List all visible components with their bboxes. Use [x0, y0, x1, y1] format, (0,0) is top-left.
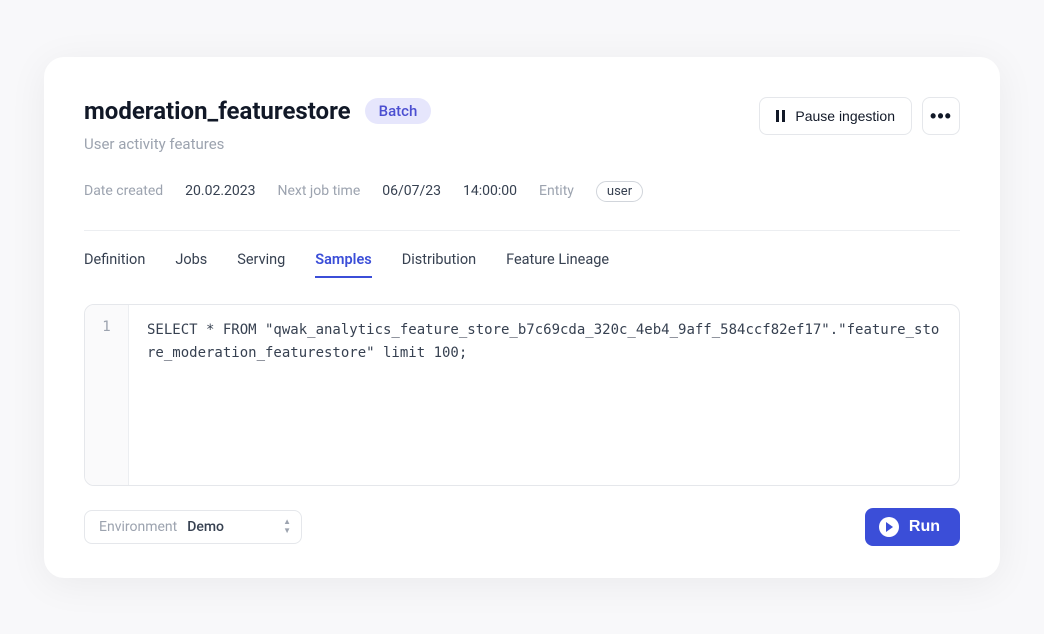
environment-label: Environment: [99, 519, 177, 535]
title-block: moderation_featurestore Batch User activ…: [84, 97, 431, 153]
editor-gutter: 1: [85, 305, 129, 485]
title-line: moderation_featurestore Batch: [84, 97, 431, 125]
header-row: moderation_featurestore Batch User activ…: [84, 97, 960, 153]
tab-serving[interactable]: Serving: [237, 251, 285, 278]
meta-row: Date created 20.02.2023 Next job time 06…: [84, 181, 960, 202]
pause-icon: [776, 110, 785, 122]
pause-ingestion-button[interactable]: Pause ingestion: [759, 97, 912, 135]
play-icon: [879, 517, 899, 537]
entity-label: Entity: [539, 183, 574, 199]
tab-samples[interactable]: Samples: [315, 251, 371, 278]
date-created-label: Date created: [84, 183, 163, 199]
tabs: Definition Jobs Serving Samples Distribu…: [84, 251, 960, 278]
tab-jobs[interactable]: Jobs: [175, 251, 207, 278]
tab-feature-lineage[interactable]: Feature Lineage: [506, 251, 609, 278]
line-number: 1: [85, 319, 128, 335]
editor-code[interactable]: SELECT * FROM "qwak_analytics_feature_st…: [129, 305, 959, 485]
page-title: moderation_featurestore: [84, 97, 351, 125]
feature-store-panel: moderation_featurestore Batch User activ…: [44, 57, 1000, 578]
next-job-date: 06/07/23: [382, 183, 441, 199]
environment-select[interactable]: Environment Demo ▲▼: [84, 510, 302, 544]
environment-value: Demo: [187, 519, 224, 535]
type-badge: Batch: [365, 98, 432, 124]
next-job-label: Next job time: [278, 183, 361, 199]
page-subtitle: User activity features: [84, 135, 431, 153]
more-icon: •••: [930, 107, 952, 125]
stepper-icon: ▲▼: [283, 518, 291, 535]
sql-editor[interactable]: 1 SELECT * FROM "qwak_analytics_feature_…: [84, 304, 960, 486]
more-actions-button[interactable]: •••: [922, 97, 960, 135]
entity-chip[interactable]: user: [596, 181, 643, 202]
run-button[interactable]: Run: [865, 508, 960, 546]
next-job-time: 14:00:00: [463, 183, 517, 199]
tab-distribution[interactable]: Distribution: [402, 251, 476, 278]
run-label: Run: [909, 518, 940, 536]
tab-definition[interactable]: Definition: [84, 251, 145, 278]
divider: [84, 230, 960, 231]
date-created-value: 20.02.2023: [185, 183, 255, 199]
footer-row: Environment Demo ▲▼ Run: [84, 508, 960, 546]
header-actions: Pause ingestion •••: [759, 97, 960, 135]
pause-ingestion-label: Pause ingestion: [795, 108, 895, 124]
